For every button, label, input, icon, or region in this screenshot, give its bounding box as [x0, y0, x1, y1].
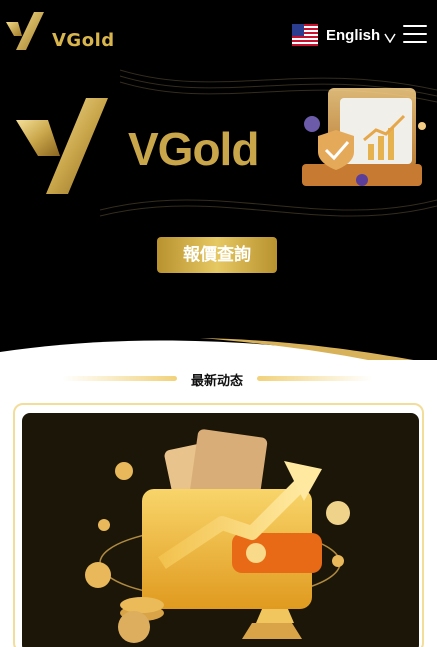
vgold-v-icon — [6, 12, 44, 50]
title-decor-right — [257, 376, 372, 381]
language-selector[interactable]: English — [292, 22, 396, 48]
gold-wallet-growth-illustration — [85, 429, 350, 643]
language-label: English — [326, 26, 381, 44]
hamburger-menu-icon[interactable] — [403, 24, 427, 44]
hero-v-logo-icon — [16, 98, 108, 194]
logo-text: VGold — [52, 30, 115, 51]
chevron-down-icon — [384, 33, 396, 43]
title-decor-left — [62, 376, 177, 381]
us-flag-icon — [292, 24, 318, 46]
hero-banner: VGold — [0, 60, 437, 240]
news-section-title: 最新动态 — [190, 374, 243, 389]
news-card-image[interactable] — [22, 413, 419, 647]
hero-logo-text: VGold — [128, 123, 259, 175]
finance-shield-chart-illustration — [302, 88, 426, 186]
quote-inquiry-button[interactable]: 報價查詢 — [157, 237, 277, 273]
news-section-header: 最新动态 — [0, 370, 437, 389]
